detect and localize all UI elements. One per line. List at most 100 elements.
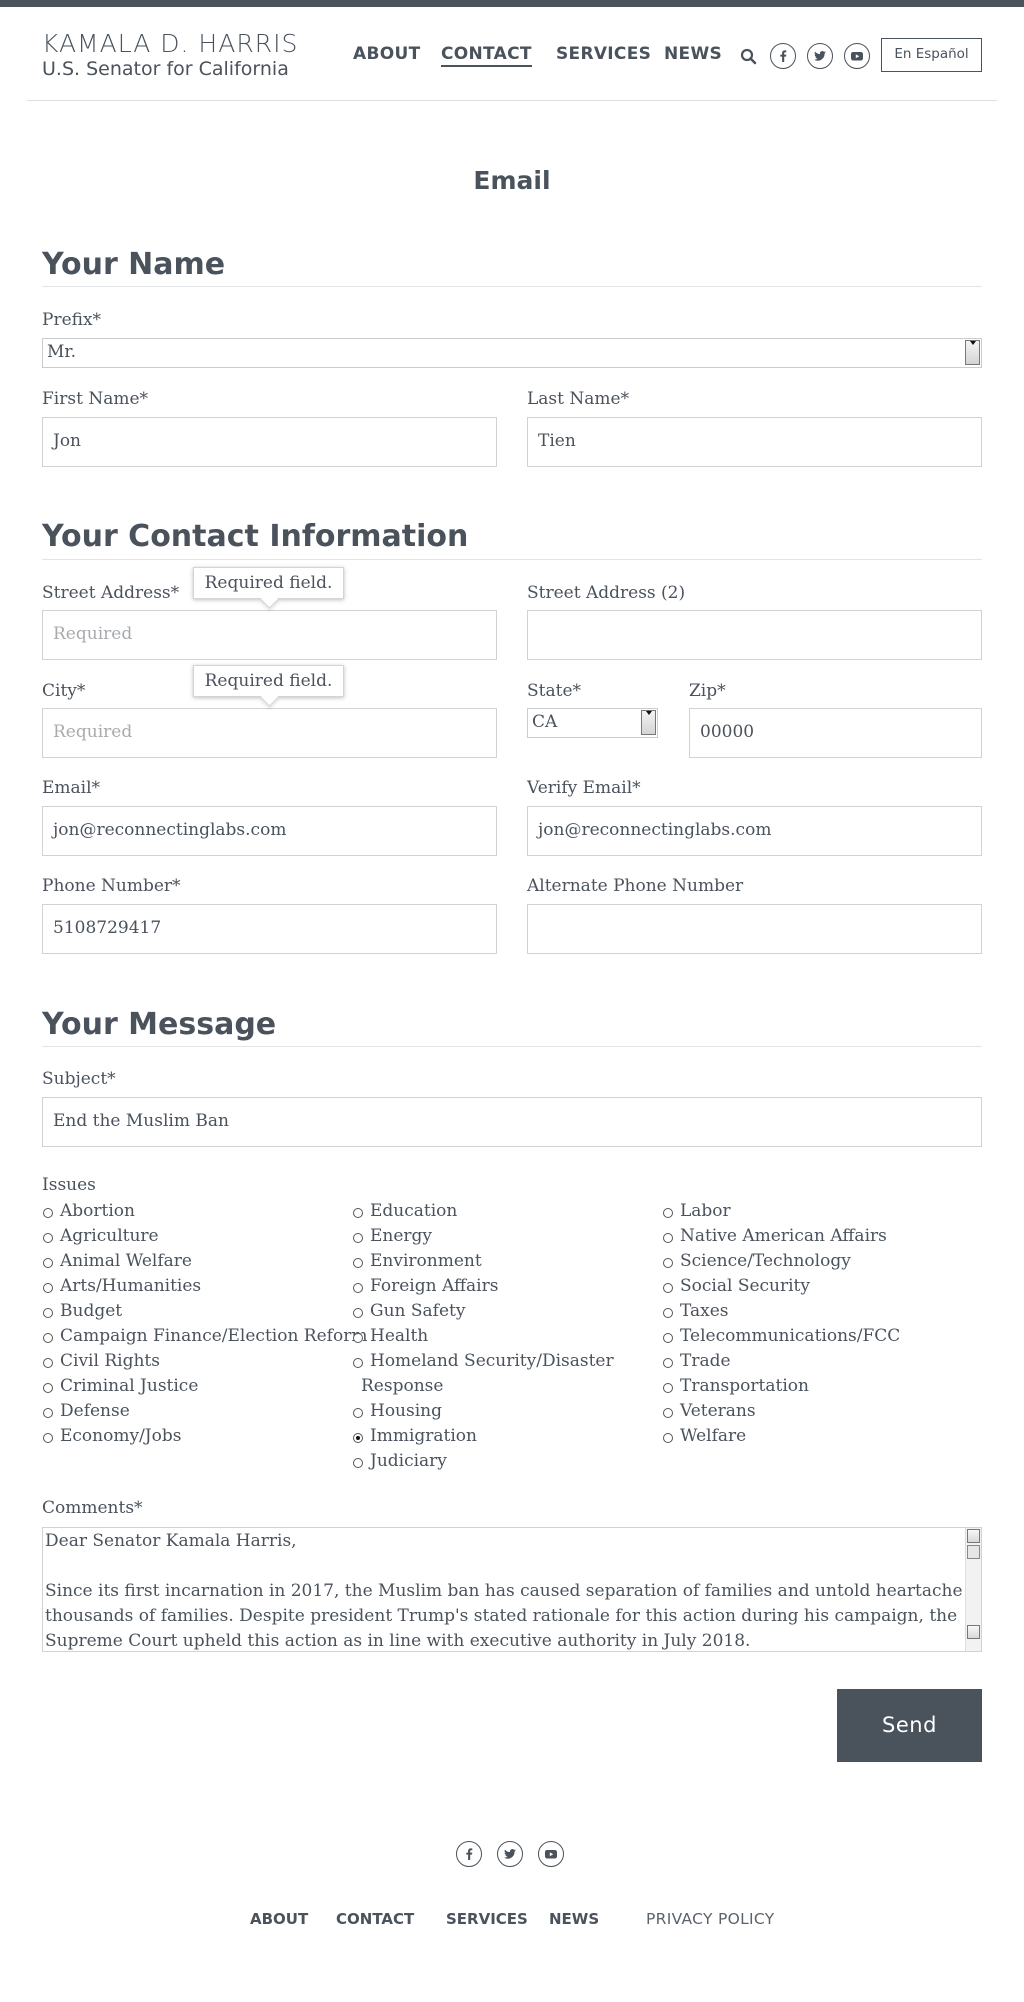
issue-label: Animal Welfare <box>60 1251 192 1271</box>
chevron-down-icon[interactable] <box>641 710 656 735</box>
facebook-icon[interactable] <box>456 1841 482 1867</box>
section-title-message: Your Message <box>42 1007 277 1042</box>
issue-label-continued: Response <box>361 1376 444 1396</box>
issue-radio-selected[interactable] <box>353 1433 363 1443</box>
issue-radio[interactable] <box>43 1233 53 1243</box>
verify-email-field[interactable]: jon@reconnectinglabs.com <box>527 806 982 856</box>
issue-radio[interactable] <box>663 1408 673 1418</box>
issue-radio[interactable] <box>353 1208 363 1218</box>
section-divider <box>42 1046 982 1047</box>
issue-radio[interactable] <box>43 1408 53 1418</box>
facebook-icon[interactable] <box>770 43 796 69</box>
scroll-up-icon[interactable] <box>967 1529 980 1543</box>
issue-radio[interactable] <box>43 1258 53 1268</box>
comment-line: thousands of families. Despite president… <box>45 1606 958 1626</box>
issue-radio[interactable] <box>43 1383 53 1393</box>
issue-radio[interactable] <box>663 1383 673 1393</box>
issue-radio[interactable] <box>43 1308 53 1318</box>
issue-radio[interactable] <box>43 1208 53 1218</box>
validation-tooltip: Required field. <box>193 567 344 599</box>
comment-line: Since its first incarnation in 2017, the… <box>45 1581 982 1601</box>
footer-nav-services[interactable]: SERVICES <box>446 1910 528 1928</box>
issue-radio[interactable] <box>353 1333 363 1343</box>
youtube-icon[interactable] <box>538 1841 564 1867</box>
validation-tooltip: Required field. <box>193 665 344 697</box>
page-title: Email <box>473 166 551 195</box>
first-name-label: First Name* <box>42 389 149 409</box>
issue-radio[interactable] <box>353 1408 363 1418</box>
issue-radio[interactable] <box>43 1333 53 1343</box>
issue-radio[interactable] <box>353 1233 363 1243</box>
scroll-down-icon[interactable] <box>967 1625 980 1639</box>
issue-label: Arts/Humanities <box>60 1276 202 1296</box>
email-field[interactable]: jon@reconnectinglabs.com <box>42 806 497 856</box>
nav-services[interactable]: SERVICES <box>556 44 651 64</box>
issue-label: Budget <box>60 1301 123 1321</box>
issue-label: Campaign Finance/Election Reform <box>60 1326 368 1346</box>
phone-field[interactable]: 5108729417 <box>42 904 497 954</box>
issue-radio[interactable] <box>663 1208 673 1218</box>
brand-subtitle: U.S. Senator for California <box>42 58 289 80</box>
state-select[interactable]: CA <box>527 708 658 738</box>
search-icon[interactable] <box>740 48 757 65</box>
issue-radio[interactable] <box>353 1258 363 1268</box>
last-name-field[interactable]: Tien <box>527 417 982 467</box>
issue-label: Education <box>370 1201 458 1221</box>
issue-label: Energy <box>370 1226 433 1246</box>
brand-name: KAMALA D. HARRIS <box>42 29 299 58</box>
issue-radio[interactable] <box>353 1358 363 1368</box>
footer-privacy-link[interactable]: PRIVACY POLICY <box>646 1910 775 1928</box>
issue-label: Immigration <box>370 1426 477 1446</box>
youtube-icon[interactable] <box>844 43 870 69</box>
street-address-2-label: Street Address (2) <box>527 583 686 603</box>
zip-field[interactable]: 00000 <box>689 708 982 758</box>
issue-radio[interactable] <box>353 1458 363 1468</box>
street-address-2-field[interactable] <box>527 610 982 660</box>
issue-label: Civil Rights <box>60 1351 160 1371</box>
issue-radio[interactable] <box>663 1283 673 1293</box>
send-button[interactable]: Send <box>837 1689 982 1762</box>
issue-radio[interactable] <box>663 1433 673 1443</box>
issue-radio[interactable] <box>353 1308 363 1318</box>
city-field[interactable]: Required <box>42 708 497 758</box>
issue-label: Foreign Affairs <box>370 1276 499 1296</box>
issue-label: Science/Technology <box>680 1251 851 1271</box>
site-logo[interactable]: KAMALA D. HARRIS U.S. Senator for Califo… <box>42 29 299 81</box>
alt-phone-label: Alternate Phone Number <box>527 876 744 896</box>
issue-radio[interactable] <box>663 1333 673 1343</box>
footer-nav-contact[interactable]: CONTACT <box>336 1910 414 1928</box>
issue-radio[interactable] <box>353 1283 363 1293</box>
issue-radio[interactable] <box>663 1258 673 1268</box>
nav-news[interactable]: NEWS <box>664 44 722 64</box>
textarea-scrollbar[interactable] <box>965 1528 981 1651</box>
email-label: Email* <box>42 778 101 798</box>
twitter-icon[interactable] <box>497 1841 523 1867</box>
subject-field[interactable]: End the Muslim Ban <box>42 1097 982 1147</box>
alt-phone-field[interactable] <box>527 904 982 954</box>
first-name-field[interactable]: Jon <box>42 417 497 467</box>
nav-about[interactable]: ABOUT <box>353 44 420 64</box>
footer-nav-about[interactable]: ABOUT <box>250 1910 308 1928</box>
scrollbar-thumb[interactable] <box>967 1545 980 1559</box>
footer-nav-news[interactable]: NEWS <box>549 1910 599 1928</box>
issue-label: Economy/Jobs <box>60 1426 182 1446</box>
section-divider <box>42 559 982 560</box>
street-address-field[interactable]: Required <box>42 610 497 660</box>
prefix-selected-value: Mr. <box>47 342 77 362</box>
issue-radio[interactable] <box>43 1283 53 1293</box>
chevron-down-icon[interactable] <box>965 340 980 365</box>
nav-contact[interactable]: CONTACT <box>441 44 532 67</box>
prefix-label: Prefix* <box>42 310 102 330</box>
issue-radio[interactable] <box>663 1308 673 1318</box>
comments-textarea[interactable]: Dear Senator Kamala Harris, Since its fi… <box>42 1527 982 1652</box>
issue-label: Housing <box>370 1401 443 1421</box>
header-divider <box>27 100 997 101</box>
prefix-select[interactable]: Mr. <box>42 338 982 368</box>
issue-radio[interactable] <box>43 1433 53 1443</box>
twitter-icon[interactable] <box>807 43 833 69</box>
zip-label: Zip* <box>689 681 726 701</box>
issue-radio[interactable] <box>663 1233 673 1243</box>
language-toggle-button[interactable]: En Español <box>881 38 982 72</box>
issue-radio[interactable] <box>663 1358 673 1368</box>
issue-radio[interactable] <box>43 1358 53 1368</box>
